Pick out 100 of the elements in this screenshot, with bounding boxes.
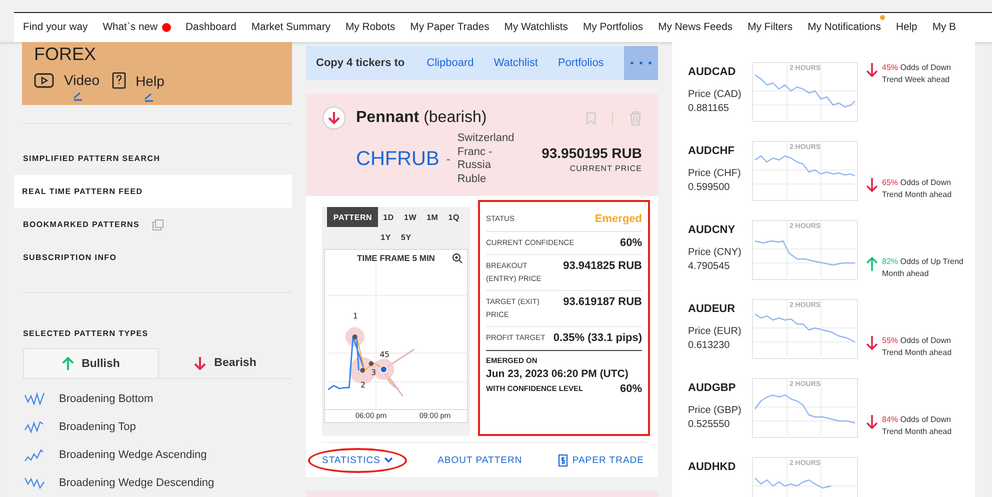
sidebar-menu-item[interactable]: SUBSCRIPTION INFO xyxy=(14,241,292,274)
pattern-type-tab[interactable]: Bullish xyxy=(23,348,158,378)
point-label: 4 xyxy=(380,350,385,360)
confidence-value: 60% xyxy=(620,382,642,394)
bookmark-icon[interactable] xyxy=(586,112,596,124)
chart-title: TIME FRAME 5 MIN xyxy=(357,252,435,263)
trash-icon[interactable] xyxy=(629,110,642,126)
timeframe-tab[interactable]: 1W xyxy=(398,207,422,227)
stat-value: 60% xyxy=(620,236,642,248)
price-label: Price (CNY) xyxy=(688,246,742,260)
pattern-type-item[interactable]: Broadening Wedge Ascending xyxy=(59,449,207,462)
section-heading: SELECTED PATTERN TYPES xyxy=(23,329,150,338)
stat-value: 93.619187 RUB xyxy=(563,296,642,308)
more-icon xyxy=(630,61,652,65)
nav-link[interactable]: Dashboard xyxy=(186,22,236,33)
copy-target-link[interactable]: Portfolios xyxy=(558,57,604,69)
timeframe-tab[interactable]: 1Y xyxy=(376,227,396,247)
video-link[interactable]: Video xyxy=(64,72,100,88)
price-label: Price (CHF) xyxy=(688,167,742,181)
dollar-document-icon xyxy=(558,454,568,466)
instrument-name: Switzerland Franc - Russia Ruble xyxy=(457,132,516,186)
price-value: 4.790545 xyxy=(688,260,731,274)
timeframe-tab[interactable]: 1Q xyxy=(443,207,465,227)
statistics-dropdown[interactable]: STATISTICS xyxy=(308,448,408,472)
pattern-link[interactable]: ABOUT PATTERN xyxy=(432,450,528,470)
stat-value: 93.941825 RUB xyxy=(563,260,642,272)
market-title: FOREX xyxy=(34,44,98,64)
pattern-type-tab[interactable]: Bearish xyxy=(158,348,292,378)
point-label: 2 xyxy=(360,380,366,390)
timeframe-tab[interactable]: 5Y xyxy=(396,227,416,247)
help-link[interactable]: Help xyxy=(136,72,164,88)
nav-link[interactable]: My News Feeds xyxy=(658,22,733,33)
price-label: Price (EUR) xyxy=(688,325,742,339)
price-label: Price (GBP) xyxy=(688,404,742,418)
nav-link[interactable]: Help xyxy=(896,22,918,33)
price-label: Price (CAD) xyxy=(688,88,742,102)
sidebar-menu-item[interactable]: REAL TIME PATTERN FEED xyxy=(14,175,292,208)
pattern-thumbnail-icon xyxy=(24,448,46,462)
ticker-symbol[interactable]: AUDCNY xyxy=(688,224,744,236)
copy-target-link[interactable]: Watchlist xyxy=(494,57,538,69)
pattern-thumbnail-icon xyxy=(24,392,46,406)
stat-value: 0.35% (33.1 pips) xyxy=(553,332,642,344)
price-caption: CURRENT PRICE xyxy=(570,164,642,173)
nav-link[interactable]: My Portfolios xyxy=(583,22,644,33)
ticker-symbol[interactable]: AUDHKD xyxy=(688,461,744,473)
pattern-link[interactable]: PAPER TRADE xyxy=(552,448,650,472)
copy-label: Copy 4 tickers to xyxy=(316,57,405,69)
play-icon xyxy=(34,72,54,88)
nav-link[interactable]: What`s new xyxy=(102,22,158,33)
trend-odds-text: 82% Odds of Up Trend Month ahead xyxy=(882,256,964,280)
copy-target-link[interactable]: Clipboard xyxy=(426,57,474,69)
menu-label: BOOKMARKED PATTERNS xyxy=(23,220,140,230)
timeframe-tab[interactable]: 1M xyxy=(422,207,444,227)
trend-odds-text: 55% Odds of Down Trend Month ahead xyxy=(882,335,953,359)
pencil-icon[interactable] xyxy=(72,91,83,101)
zoom-in-icon[interactable] xyxy=(452,253,463,264)
timeframe-tab[interactable]: 1D xyxy=(378,207,399,227)
pattern-type-item[interactable]: Broadening Wedge Descending xyxy=(59,477,214,490)
external-link-icon[interactable] xyxy=(152,218,164,231)
separator-dash: - xyxy=(446,152,450,166)
more-button[interactable] xyxy=(624,46,658,80)
up-arrow-icon xyxy=(62,356,74,371)
price-value: 0.525550 xyxy=(688,418,731,432)
nav-link[interactable]: My B xyxy=(932,22,956,33)
nav-link[interactable]: My Paper Trades xyxy=(410,22,490,33)
current-price: 93.950195 RUB xyxy=(542,145,642,161)
ticker-symbol[interactable]: AUDCHF xyxy=(688,145,744,157)
down-arrow-icon xyxy=(194,356,206,370)
stat-value: Emerged xyxy=(594,213,642,225)
chevron-down-icon xyxy=(384,457,394,463)
nav-link[interactable]: My Notifications xyxy=(808,22,881,33)
nav-link[interactable]: Market Summary xyxy=(251,22,330,33)
menu-label: SUBSCRIPTION INFO xyxy=(23,253,117,262)
ticker-symbol[interactable]: CHFRUB xyxy=(356,148,440,170)
emerged-date: Jun 23, 2023 06:20 PM (UTC) xyxy=(486,368,630,380)
trend-odds-text: 45% Odds of Down Trend Week ahead xyxy=(882,62,952,86)
price-value: 0.599500 xyxy=(688,181,731,195)
pattern-type-item[interactable]: Broadening Bottom xyxy=(59,393,154,406)
point-label: 5 xyxy=(384,350,390,360)
ticker-symbol[interactable]: AUDGBP xyxy=(688,382,744,394)
ticker-symbol[interactable]: AUDEUR xyxy=(688,303,744,315)
price-value: 0.613230 xyxy=(688,339,731,353)
pattern-thumbnail-icon xyxy=(24,420,46,434)
nav-link[interactable]: Find your way xyxy=(23,22,88,33)
timeframe-tab[interactable]: PATTERN xyxy=(327,207,378,227)
sidebar-menu-item[interactable]: SIMPLIFIED PATTERN SEARCH xyxy=(14,142,292,176)
menu-label: REAL TIME PATTERN FEED xyxy=(22,187,143,196)
nav-link[interactable]: My Filters xyxy=(748,22,793,33)
point-label: 1 xyxy=(352,312,358,321)
sidebar-menu-item[interactable]: BOOKMARKED PATTERNS xyxy=(14,208,292,242)
trend-odds-text: 65% Odds of Down Trend Month ahead xyxy=(882,177,953,201)
pattern-type-item[interactable]: Broadening Top xyxy=(59,421,136,434)
point-label: 3 xyxy=(371,368,376,378)
pencil-icon[interactable] xyxy=(144,92,154,102)
help-book-icon xyxy=(112,72,126,89)
ticker-symbol[interactable]: AUDCAD xyxy=(688,66,744,78)
nav-link[interactable]: My Robots xyxy=(346,22,396,33)
nav-link[interactable]: My Watchlists xyxy=(504,22,568,33)
trend-odds-text: 84% Odds of Down Trend Month ahead xyxy=(882,414,953,438)
price-value: 0.881165 xyxy=(688,102,730,116)
